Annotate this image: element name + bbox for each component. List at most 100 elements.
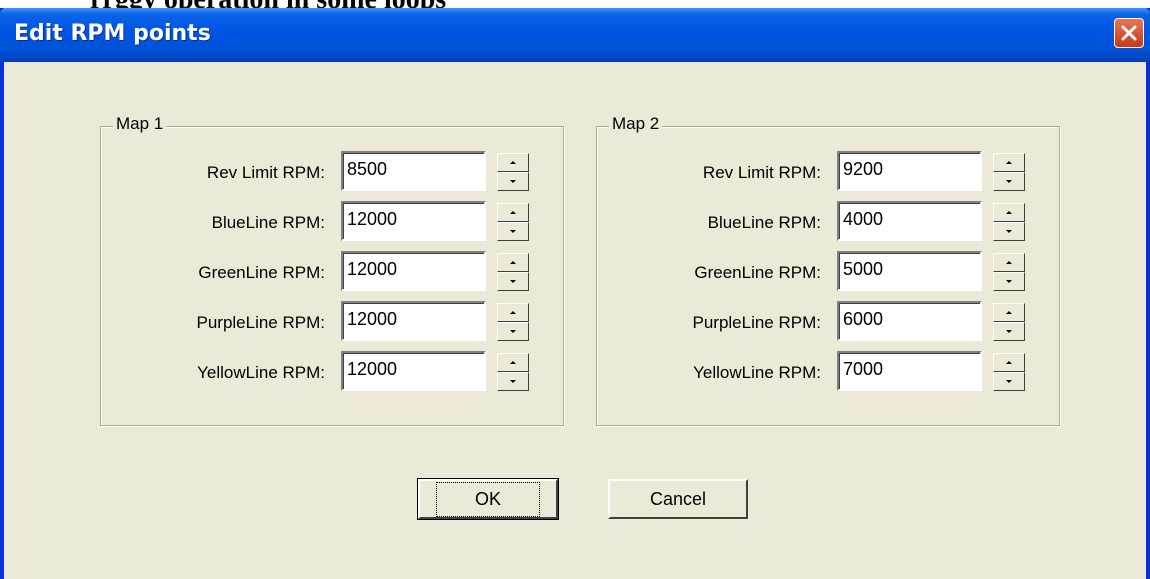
map2-purpleline-input[interactable]: 6000 (837, 301, 982, 341)
rev-limit-label: Rev Limit RPM: (702, 163, 821, 182)
map1-yellowline-spinner[interactable] (497, 353, 529, 391)
map1-row-blueline: BlueLine RPM: 12000 (101, 199, 565, 243)
field-value: 7000 (843, 359, 884, 379)
greenline-label: GreenLine RPM: (694, 263, 821, 282)
spin-down-button[interactable] (993, 372, 1025, 391)
map2-blueline-input[interactable]: 4000 (837, 201, 982, 241)
blueline-label: BlueLine RPM: (707, 213, 821, 232)
arrow-down-icon (1006, 380, 1012, 383)
blueline-label: BlueLine RPM: (211, 213, 325, 232)
arrow-up-icon (1006, 361, 1012, 364)
spin-down-button[interactable] (497, 222, 529, 241)
field-value: 9200 (843, 159, 884, 179)
map1-greenline-spinner[interactable] (497, 253, 529, 291)
map1-yellowline-input[interactable]: 12000 (341, 351, 486, 391)
spin-up-button[interactable] (993, 203, 1025, 222)
field-value: 5000 (843, 259, 884, 279)
map2-yellowline-input[interactable]: 7000 (837, 351, 982, 391)
purpleline-label: PurpleLine RPM: (196, 313, 325, 332)
field-value: 8500 (347, 159, 388, 179)
field-value: 12000 (347, 309, 398, 329)
arrow-up-icon (1006, 211, 1012, 214)
map2-yellowline-spinner[interactable] (993, 353, 1025, 391)
spin-up-button[interactable] (497, 353, 529, 372)
spin-up-button[interactable] (993, 253, 1025, 272)
spin-down-button[interactable] (993, 322, 1025, 341)
window-title: Edit RPM points (14, 21, 211, 46)
arrow-down-icon (1006, 330, 1012, 333)
map1-row-yellowline: YellowLine RPM: 12000 (101, 349, 565, 393)
map2-row-purpleline: PurpleLine RPM: 6000 (597, 299, 1061, 343)
spin-down-button[interactable] (993, 172, 1025, 191)
title-bar[interactable]: Edit RPM points (0, 8, 1150, 62)
arrow-up-icon (1006, 311, 1012, 314)
spin-up-button[interactable] (497, 153, 529, 172)
arrow-down-icon (510, 180, 516, 183)
arrow-down-icon (1006, 280, 1012, 283)
spin-up-button[interactable] (993, 153, 1025, 172)
field-value: 12000 (347, 259, 398, 279)
spin-down-button[interactable] (497, 272, 529, 291)
spin-down-button[interactable] (497, 372, 529, 391)
arrow-up-icon (510, 211, 516, 214)
yellowline-label: YellowLine RPM: (197, 363, 325, 382)
map2-greenline-input[interactable]: 5000 (837, 251, 982, 291)
arrow-up-icon (510, 311, 516, 314)
map1-purpleline-input[interactable]: 12000 (341, 301, 486, 341)
arrow-down-icon (1006, 180, 1012, 183)
spin-up-button[interactable] (497, 253, 529, 272)
spin-up-button[interactable] (497, 303, 529, 322)
map2-row-rev-limit: Rev Limit RPM: 9200 (597, 149, 1061, 193)
map1-purpleline-spinner[interactable] (497, 303, 529, 341)
arrow-down-icon (510, 330, 516, 333)
map1-row-rev-limit: Rev Limit RPM: 8500 (101, 149, 565, 193)
map1-rev-limit-input[interactable]: 8500 (341, 151, 486, 191)
map2-row-blueline: BlueLine RPM: 4000 (597, 199, 1061, 243)
cancel-button[interactable]: Cancel (608, 479, 748, 519)
arrow-down-icon (1006, 230, 1012, 233)
map1-row-purpleline: PurpleLine RPM: 12000 (101, 299, 565, 343)
field-value: 12000 (347, 359, 398, 379)
close-x-icon (1121, 25, 1137, 41)
spin-up-button[interactable] (993, 353, 1025, 372)
arrow-up-icon (510, 161, 516, 164)
map2-groupbox: Map 2 Rev Limit RPM: 9200 BlueLine RPM: … (596, 114, 1061, 426)
arrow-up-icon (1006, 261, 1012, 264)
map2-row-yellowline: YellowLine RPM: 7000 (597, 349, 1061, 393)
map1-groupbox: Map 1 Rev Limit RPM: 8500 BlueLine RPM: … (100, 114, 565, 426)
ok-button[interactable]: OK (417, 478, 559, 520)
field-value: 12000 (347, 209, 398, 229)
map1-blueline-spinner[interactable] (497, 203, 529, 241)
purpleline-label: PurpleLine RPM: (692, 313, 821, 332)
cancel-label: Cancel (649, 488, 707, 509)
spin-down-button[interactable] (993, 222, 1025, 241)
arrow-down-icon (510, 380, 516, 383)
map1-rev-limit-spinner[interactable] (497, 153, 529, 191)
spin-down-button[interactable] (497, 322, 529, 341)
spin-down-button[interactable] (993, 272, 1025, 291)
field-value: 4000 (843, 209, 884, 229)
dialog-window: Edit RPM points Map 1 Rev Limit RPM: 850… (0, 8, 1150, 579)
map1-row-greenline: GreenLine RPM: 12000 (101, 249, 565, 293)
arrow-up-icon (510, 261, 516, 264)
map1-blueline-input[interactable]: 12000 (341, 201, 486, 241)
yellowline-label: YellowLine RPM: (693, 363, 821, 382)
arrow-down-icon (510, 230, 516, 233)
rev-limit-label: Rev Limit RPM: (206, 163, 325, 182)
close-button[interactable] (1114, 18, 1144, 48)
map2-rev-limit-input[interactable]: 9200 (837, 151, 982, 191)
map1-greenline-input[interactable]: 12000 (341, 251, 486, 291)
spin-down-button[interactable] (497, 172, 529, 191)
arrow-up-icon (510, 361, 516, 364)
map2-purpleline-spinner[interactable] (993, 303, 1025, 341)
map2-legend: Map 2 (609, 114, 663, 134)
spin-up-button[interactable] (993, 303, 1025, 322)
greenline-label: GreenLine RPM: (198, 263, 325, 282)
map2-rev-limit-spinner[interactable] (993, 153, 1025, 191)
map1-legend: Map 1 (113, 114, 167, 134)
spin-up-button[interactable] (497, 203, 529, 222)
map2-row-greenline: GreenLine RPM: 5000 (597, 249, 1061, 293)
map2-greenline-spinner[interactable] (993, 253, 1025, 291)
map2-blueline-spinner[interactable] (993, 203, 1025, 241)
arrow-up-icon (1006, 161, 1012, 164)
